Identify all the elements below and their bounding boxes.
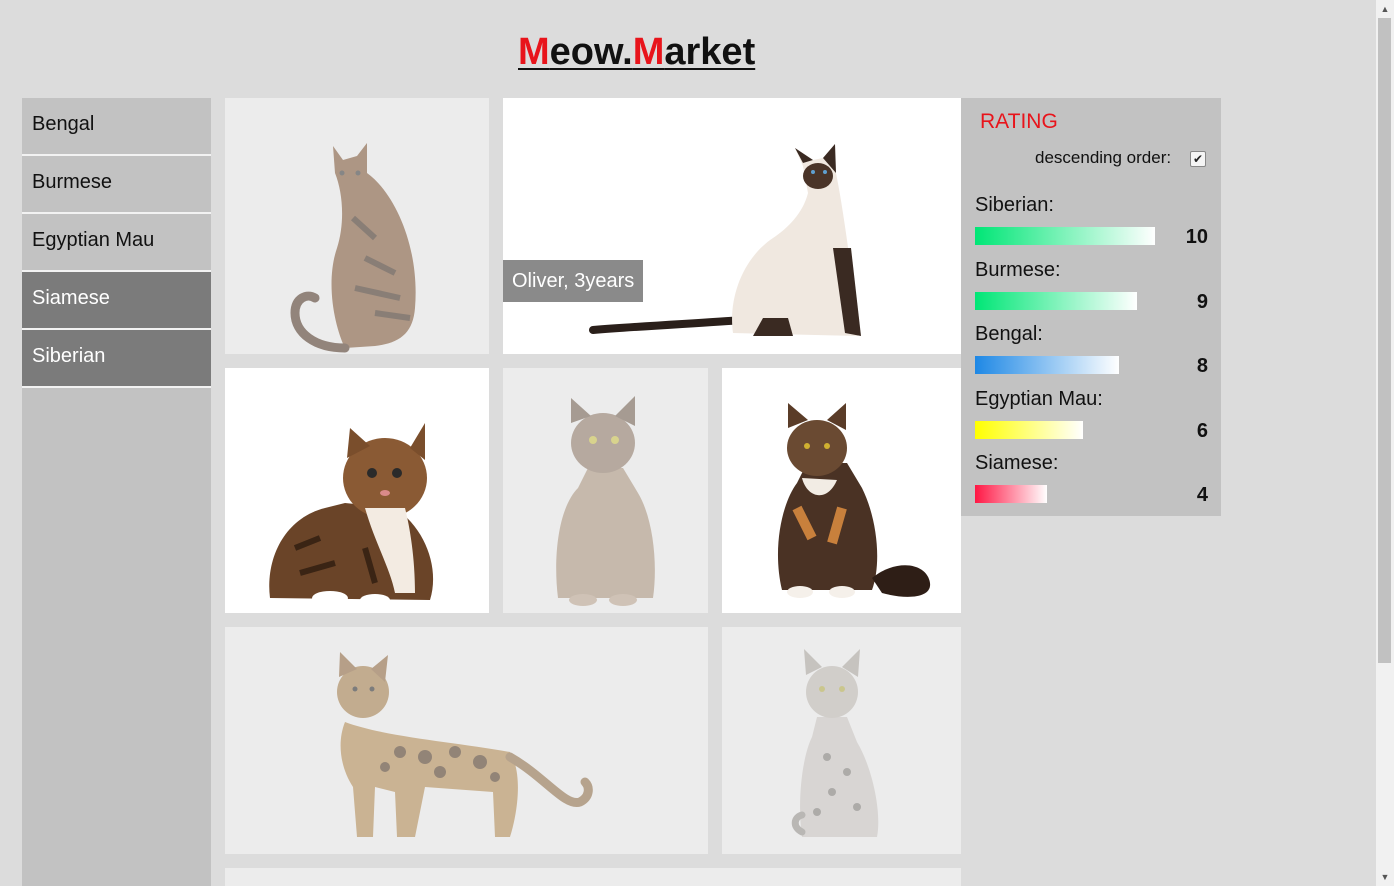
rating-name-siamese: Siamese: xyxy=(975,452,1059,475)
page-title: Meow.Market xyxy=(518,30,755,74)
scrollbar-thumb[interactable] xyxy=(1378,18,1391,663)
rating-value-burmese: 9 xyxy=(1196,290,1208,313)
cat-image xyxy=(290,143,416,353)
cat-photo-tortie[interactable] xyxy=(722,368,961,613)
rating-bar-burmese xyxy=(975,291,1137,310)
rating-name-egyptian-mau: Egyptian Mau: xyxy=(975,387,1103,410)
cat-image xyxy=(777,403,931,598)
sidebar-item-siberian[interactable]: Siberian xyxy=(22,330,211,388)
rating-value-bengal: 8 xyxy=(1196,355,1208,378)
rating-name-bengal: Bengal: xyxy=(975,323,1043,346)
rating-bar-siberian xyxy=(975,227,1155,245)
cat-photo-siamese-featured[interactable]: Oliver, 3years xyxy=(503,98,961,354)
rating-title: RATING xyxy=(980,110,1058,133)
title-accent-m1: M xyxy=(518,31,550,73)
rating-bar-bengal xyxy=(975,356,1119,375)
sidebar-item-bengal[interactable]: Bengal xyxy=(22,98,211,156)
descending-order-checkbox[interactable]: ✔ xyxy=(1190,151,1206,167)
cat-photo-bengal-standing[interactable] xyxy=(225,627,708,854)
cat-photo-siberian-kitten[interactable] xyxy=(225,368,489,613)
rating-name-siberian: Siberian: xyxy=(975,194,1054,216)
rating-value-siberian: 10 xyxy=(1185,226,1208,248)
cat-image xyxy=(791,649,879,837)
cat-photo-bengal-sitting[interactable] xyxy=(225,98,489,354)
breed-sidebar: Bengal Burmese Egyptian Mau Siamese Sibe… xyxy=(22,98,211,886)
title-part-1: eow. xyxy=(549,31,633,73)
rating-name-burmese: Burmese: xyxy=(975,258,1061,281)
sidebar-item-burmese[interactable]: Burmese xyxy=(22,156,211,214)
rating-bar-siamese xyxy=(975,485,1047,504)
rating-panel: RATING descending order: ✔ Siberian: 10 Bu… xyxy=(961,98,1221,516)
cat-image xyxy=(589,144,861,336)
cat-photo-partial[interactable] xyxy=(225,868,961,886)
cat-photo-burmese[interactable] xyxy=(503,368,708,613)
scroll-down-icon[interactable]: ▼ xyxy=(1379,871,1391,883)
cat-image xyxy=(337,652,593,837)
descending-order-label: descending order: xyxy=(1035,148,1172,167)
rating-bar-egyptian-mau xyxy=(975,420,1083,439)
featured-caption: Oliver, 3years xyxy=(503,260,644,302)
cat-image xyxy=(556,396,655,606)
title-part-2: arket xyxy=(664,31,756,73)
cat-image xyxy=(269,423,434,606)
rating-value-egyptian-mau: 6 xyxy=(1196,419,1208,442)
title-accent-m2: M xyxy=(632,31,665,73)
scroll-up-icon[interactable]: ▲ xyxy=(1379,3,1391,15)
sidebar-item-siamese[interactable]: Siamese xyxy=(22,272,211,330)
rating-value-siamese: 4 xyxy=(1196,484,1208,507)
sidebar-item-egyptian-mau[interactable]: Egyptian Mau xyxy=(22,214,211,272)
cat-photo-egyptian-mau[interactable] xyxy=(722,627,961,854)
